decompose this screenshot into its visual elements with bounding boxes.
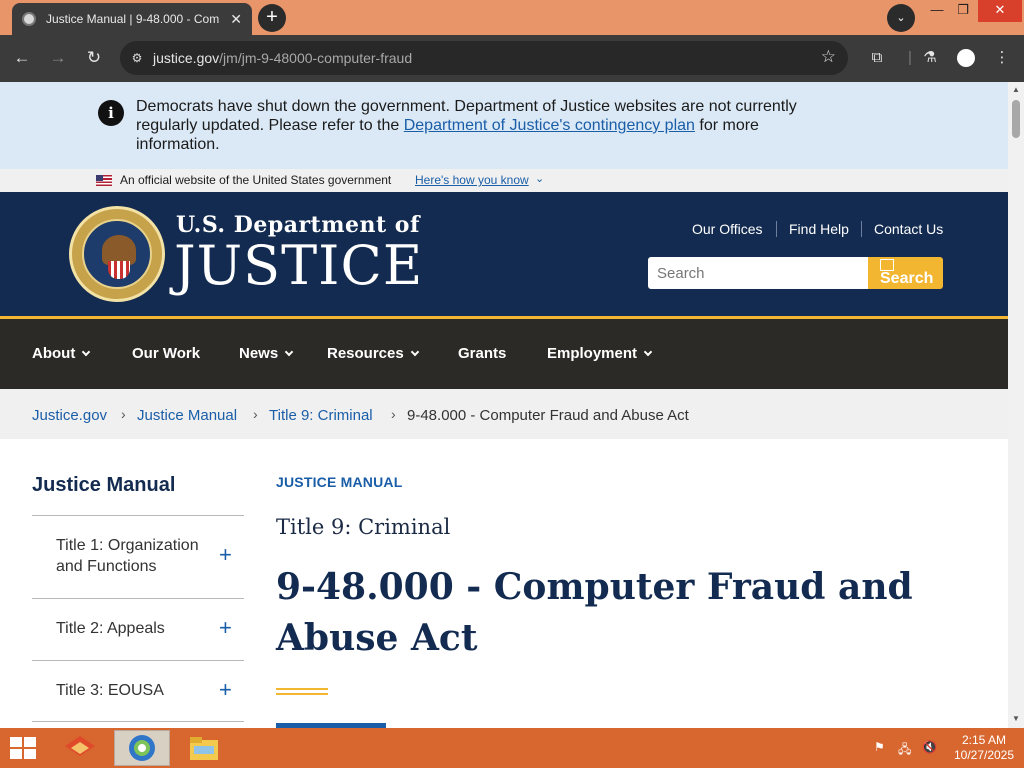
- breadcrumb-separator-icon: ›: [391, 406, 396, 422]
- scroll-down-icon[interactable]: ▼: [1012, 714, 1020, 723]
- windows-start-icon[interactable]: [10, 737, 38, 761]
- nav-employment[interactable]: Employment: [547, 345, 653, 362]
- reload-button[interactable]: ↻: [81, 45, 107, 71]
- sidebar-divider: [32, 598, 244, 599]
- taskbar-browser-icon[interactable]: [114, 730, 170, 766]
- browser-toolbar: ← → ↻ ⚙ justice.gov/jm/jm-9-48000-comput…: [0, 35, 1024, 82]
- forward-button[interactable]: →: [45, 45, 71, 71]
- breadcrumb-justice-manual[interactable]: Justice Manual: [137, 407, 237, 424]
- browser-tab[interactable]: Justice Manual | 9-48.000 - Com ✕: [12, 3, 252, 35]
- clock-time: 2:15 AM: [961, 733, 1007, 747]
- alert-text: Democrats have shut down the government.…: [136, 98, 797, 153]
- section-eyebrow: JUSTICE MANUAL: [276, 474, 403, 490]
- page-title: 9-48.000 - Computer Fraud and Abuse Act: [276, 566, 913, 659]
- scroll-up-icon[interactable]: ▲: [1012, 85, 1020, 94]
- breadcrumb-separator-icon: ›: [253, 406, 258, 422]
- title-underline: [276, 693, 328, 695]
- scroll-thumb[interactable]: [1012, 100, 1020, 138]
- nav-news[interactable]: News: [239, 345, 294, 362]
- chevron-down-icon: [284, 347, 294, 357]
- url-text[interactable]: justice.gov/jm/jm-9-48000-computer-fraud: [153, 50, 412, 66]
- tab-close-icon[interactable]: ✕: [230, 11, 242, 28]
- sidebar-item-title-1[interactable]: Title 1: Organization and Functions: [56, 535, 216, 577]
- page-viewport: i Democrats have shut down the governmen…: [0, 82, 1008, 728]
- mute-icon[interactable]: 🔇: [922, 740, 937, 754]
- window-close-button[interactable]: ✕: [978, 0, 1022, 22]
- brand-title[interactable]: JUSTICE: [174, 236, 423, 296]
- find-help-link[interactable]: Find Help: [789, 221, 849, 237]
- sidebar-title: Justice Manual: [32, 474, 176, 496]
- nav-resources[interactable]: Resources: [327, 345, 419, 362]
- doj-favicon-icon: [22, 12, 36, 26]
- taskbar-file-explorer-icon[interactable]: [176, 730, 232, 766]
- page-subhead: Title 9: Criminal: [276, 515, 451, 539]
- site-search-input[interactable]: [648, 257, 868, 289]
- chevron-down-icon: [643, 347, 653, 357]
- address-bar[interactable]: ⚙ justice.gov/jm/jm-9-48000-computer-fra…: [120, 41, 848, 75]
- utility-divider: [861, 221, 862, 237]
- chevron-down-icon[interactable]: ⌄: [535, 172, 544, 185]
- nav-our-work[interactable]: Our Work: [132, 345, 200, 362]
- taskbar-app-red-icon[interactable]: [52, 730, 108, 766]
- tab-title: Justice Manual | 9-48.000 - Com: [46, 12, 220, 26]
- sidebar-item-title-2[interactable]: Title 2: Appeals: [56, 618, 165, 639]
- sidebar-item-title-3[interactable]: Title 3: EOUSA: [56, 680, 164, 701]
- chevron-down-icon: [82, 347, 91, 357]
- sidebar-divider: [32, 660, 244, 661]
- contingency-plan-link[interactable]: Department of Justice's contingency plan: [404, 117, 695, 134]
- heres-how-you-know-link[interactable]: Here's how you know: [415, 173, 529, 187]
- us-flag-icon: [96, 175, 112, 186]
- shutdown-alert: i Democrats have shut down the governmen…: [0, 82, 1008, 169]
- expand-plus-icon[interactable]: +: [219, 615, 232, 641]
- browser-tab-strip: Justice Manual | 9-48.000 - Com ✕ + ⌄ — …: [0, 0, 1024, 35]
- info-icon: i: [98, 100, 124, 126]
- os-taskbar: ⚑ 🖧 🔇 2:15 AM 10/27/2025: [0, 728, 1024, 768]
- gov-banner-text: An official website of the United States…: [120, 173, 392, 187]
- system-clock[interactable]: 2:15 AM 10/27/2025: [953, 733, 1015, 763]
- nav-grants[interactable]: Grants: [458, 345, 506, 362]
- labs-icon[interactable]: ⚗: [919, 47, 941, 69]
- breadcrumb-title-9[interactable]: Title 9: Criminal: [269, 407, 373, 424]
- extensions-icon[interactable]: ⧉: [866, 47, 888, 69]
- breadcrumb: Justice.gov › Justice Manual › Title 9: …: [0, 389, 1008, 439]
- doj-seal-logo[interactable]: [69, 206, 165, 302]
- breadcrumb-home[interactable]: Justice.gov: [32, 407, 107, 424]
- flag-icon[interactable]: ⚑: [874, 740, 885, 754]
- clock-date: 10/27/2025: [953, 748, 1015, 762]
- our-offices-link[interactable]: Our Offices: [692, 221, 763, 237]
- nav-about[interactable]: About: [32, 345, 91, 362]
- tab-search-button[interactable]: ⌄: [887, 4, 915, 32]
- official-gov-banner: An official website of the United States…: [0, 169, 1008, 192]
- breadcrumb-separator-icon: ›: [121, 406, 126, 422]
- breadcrumb-current: 9-48.000 - Computer Fraud and Abuse Act: [407, 407, 689, 424]
- site-info-icon[interactable]: ⚙: [128, 49, 146, 67]
- site-header: U.S. Department of JUSTICE: [0, 192, 1008, 316]
- restore-button[interactable]: ❐: [948, 0, 978, 22]
- sidebar-divider: [32, 515, 244, 516]
- title-underline: [276, 688, 328, 690]
- utility-divider: [776, 221, 777, 237]
- profile-icon[interactable]: [957, 49, 975, 67]
- sidebar-divider: [32, 721, 244, 722]
- search-button[interactable]: Search: [868, 257, 943, 289]
- expand-plus-icon[interactable]: +: [219, 677, 232, 703]
- menu-icon[interactable]: ⋮: [991, 47, 1013, 69]
- main-navigation: About Our Work News Resources Grants Emp…: [0, 319, 1008, 389]
- chevron-down-icon: [410, 347, 419, 357]
- toolbar-divider: |: [908, 49, 912, 66]
- page-scrollbar[interactable]: ▲ ▼: [1008, 82, 1024, 728]
- network-icon[interactable]: 🖧: [898, 740, 911, 761]
- expand-plus-icon[interactable]: +: [219, 542, 232, 568]
- bookmark-star-icon[interactable]: ☆: [821, 47, 836, 67]
- search-button-label: Search: [880, 270, 934, 287]
- back-button[interactable]: ←: [9, 45, 35, 71]
- new-tab-button[interactable]: +: [258, 4, 286, 32]
- contact-us-link[interactable]: Contact Us: [874, 221, 943, 237]
